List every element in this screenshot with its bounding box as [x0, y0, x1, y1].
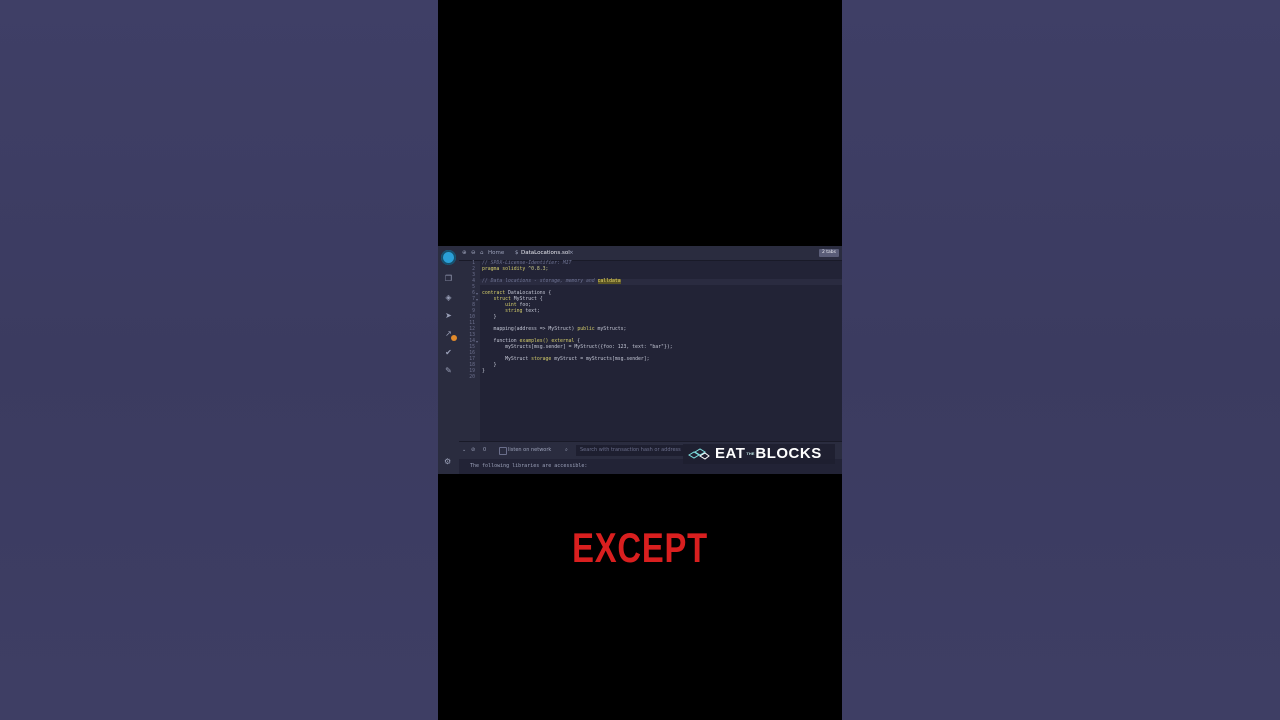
keyword: pragma solidity	[482, 267, 526, 272]
brand-wordmark: EATTHEBLOCKS	[715, 445, 822, 463]
collapse-terminal-icon[interactable]: ⌄	[462, 447, 466, 454]
fold-arrow-icon[interactable]: ▾	[476, 297, 478, 303]
line-number-gutter: 1 2 3 4 5 6 ▾ 7 ▾ 8 9 10 11 12 13 14 ▾ 1…	[459, 261, 480, 441]
highlighted-word: calldata	[597, 279, 621, 284]
tab-datalocations[interactable]: DataLocations.sol	[521, 249, 570, 257]
unit-test-icon[interactable]: ✔	[444, 348, 453, 357]
notification-badge	[451, 335, 457, 341]
keyword: storage	[531, 357, 552, 362]
tab-home[interactable]: Home	[488, 249, 504, 257]
code-line: }	[482, 315, 497, 320]
listen-network-label: listen on network	[508, 447, 552, 453]
editor-tab-bar: ⊕ ⊖ ⌂ Home $ DataLocations.sol × 2 tabs	[459, 246, 842, 261]
code-text: DataLocations {	[505, 291, 552, 296]
keyword: string	[482, 309, 523, 314]
comment: // Data locations - storage, memory and	[482, 279, 598, 284]
function-name: examples()	[516, 339, 552, 344]
line-number: 20	[469, 375, 475, 380]
keyword: public	[577, 327, 595, 332]
code-text: MyStruct	[482, 357, 532, 362]
layout-button[interactable]: 2 tabs	[818, 249, 839, 257]
video-caption: EXCEPT	[572, 524, 708, 571]
video-frame: ❐ ◈ ➤ ↗ ✔ ✎ ⚙ ⊕ ⊖ ⌂ Home $ DataLocations…	[438, 0, 842, 720]
code-text: myStructs;	[594, 327, 627, 332]
clear-console-icon[interactable]: ⊘	[471, 447, 475, 454]
code-text: myStruct = myStructs[msg.sender];	[551, 357, 650, 362]
keyword: uint	[482, 303, 517, 308]
terminal-output: The following libraries are accessible:	[470, 463, 588, 469]
code-text: foo;	[516, 303, 532, 308]
listen-network-checkbox[interactable]	[499, 447, 507, 455]
brand-word-the: THE	[746, 451, 755, 457]
close-tab-icon[interactable]: ×	[569, 249, 574, 257]
keyword: struct	[482, 297, 511, 302]
code-line: mapping(address => MyStruct) public mySt…	[482, 327, 627, 333]
code-text: MyStruct {	[510, 297, 543, 302]
brand-word-eat: EAT	[715, 445, 746, 462]
solidity-compiler-icon[interactable]: ◈	[444, 293, 453, 302]
pending-tx-count: 0	[483, 447, 487, 453]
code-line: pragma solidity ^0.8.3;	[482, 267, 548, 273]
eat-the-blocks-logo-icon	[688, 448, 710, 460]
code-line: // Data locations - storage, memory and …	[482, 279, 621, 285]
eat-the-blocks-watermark: EATTHEBLOCKS	[683, 444, 835, 464]
home-icon[interactable]: ⌂	[480, 249, 484, 257]
transaction-search-input[interactable]: Search with transaction hash or address	[576, 445, 690, 456]
settings-icon[interactable]: ⚙	[444, 457, 451, 466]
plugin-icon[interactable]: ✎	[444, 366, 453, 375]
brand-word-blocks: BLOCKS	[755, 445, 822, 462]
blurred-background-right	[842, 0, 1280, 720]
code-editor[interactable]: // SPDX-License-Identifier: MIT pragma s…	[480, 261, 842, 441]
remix-logo-icon[interactable]	[441, 250, 456, 265]
code-line: }	[482, 369, 485, 374]
search-icon: ⌕	[565, 447, 568, 453]
code-text: mapping(address => MyStruct)	[482, 327, 578, 332]
code-text: {	[574, 339, 581, 344]
version-string: ^0.8.3;	[525, 267, 549, 272]
keyword: external	[551, 339, 575, 344]
code-text: function	[482, 339, 517, 344]
remix-ide-window: ❐ ◈ ➤ ↗ ✔ ✎ ⚙ ⊕ ⊖ ⌂ Home $ DataLocations…	[438, 246, 842, 474]
keyword: contract	[482, 291, 506, 296]
icon-panel: ❐ ◈ ➤ ↗ ✔ ✎ ⚙	[438, 246, 460, 474]
code-line: myStructs[msg.sender] = MyStruct({foo: 1…	[482, 345, 673, 350]
zoom-out-icon[interactable]: ⊖	[471, 249, 476, 257]
code-line: MyStruct storage myStruct = myStructs[ms…	[482, 357, 650, 363]
zoom-in-icon[interactable]: ⊕	[462, 249, 467, 257]
blurred-background-left	[0, 0, 438, 720]
file-explorer-icon[interactable]: ❐	[444, 274, 453, 283]
solidity-file-icon: $	[515, 250, 519, 256]
fold-arrow-icon[interactable]: ▾	[476, 339, 478, 345]
code-text: text;	[522, 309, 540, 314]
deploy-icon[interactable]: ➤	[444, 311, 453, 320]
